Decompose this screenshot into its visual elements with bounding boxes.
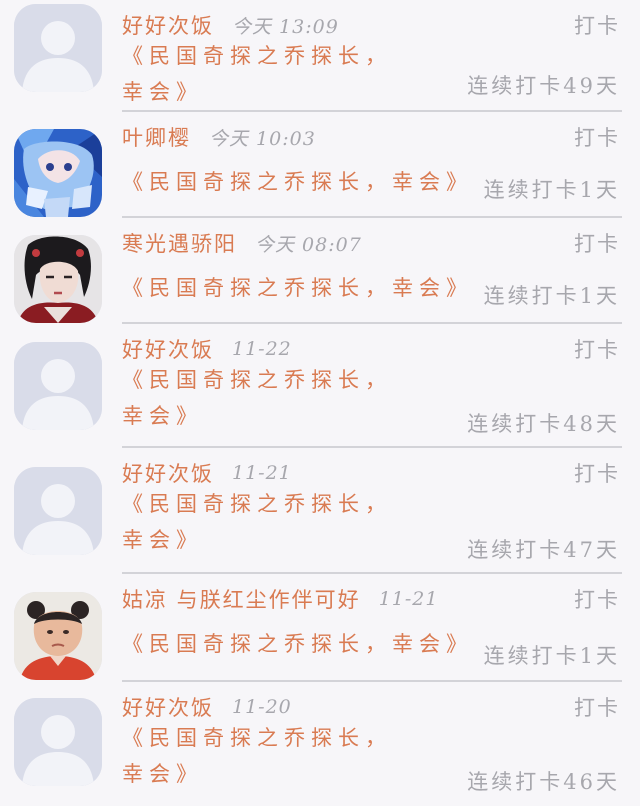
username[interactable]: 寒光遇骄阳 bbox=[122, 228, 237, 258]
check-in-label: 打卡 bbox=[574, 588, 620, 612]
default-avatar-icon[interactable] bbox=[14, 467, 102, 555]
streak-count: 连续打卡49天 bbox=[467, 74, 620, 98]
streak-count: 连续打卡1天 bbox=[483, 644, 620, 668]
message-text: 《民国奇探之乔探长，幸会》 bbox=[122, 44, 392, 104]
check-in-label: 打卡 bbox=[574, 232, 620, 256]
streak-count: 连续打卡1天 bbox=[483, 178, 620, 202]
username[interactable]: 叶卿樱 bbox=[122, 122, 191, 152]
message-text: 《民国奇探之乔探长，幸会》 bbox=[122, 632, 473, 656]
child-photo-avatar[interactable] bbox=[14, 592, 102, 680]
message-text: 《民国奇探之乔探长，幸会》 bbox=[122, 276, 473, 300]
streak-count: 连续打卡1天 bbox=[483, 284, 620, 308]
timestamp: 今天 13:09 bbox=[232, 15, 339, 38]
costume-actor-avatar[interactable] bbox=[14, 235, 102, 323]
message-text: 《民国奇探之乔探长，幸会》 bbox=[122, 492, 392, 552]
username[interactable]: 好好次饭 bbox=[122, 692, 214, 722]
check-in-feed: 好好次饭 今天 13:09 打卡 《民国奇探之乔探长，幸会》 连续打卡49天 叶… bbox=[0, 0, 640, 800]
streak-count: 连续打卡48天 bbox=[467, 412, 620, 436]
default-avatar-icon[interactable] bbox=[14, 698, 102, 786]
feed-item[interactable]: 好好次饭 11-21 打卡 《民国奇探之乔探长，幸会》 连续打卡47天 bbox=[0, 448, 640, 574]
anime-girl-avatar[interactable] bbox=[14, 129, 102, 217]
feed-item[interactable]: 寒光遇骄阳 今天 08:07 打卡 《民国奇探之乔探长，幸会》 连续打卡1天 bbox=[0, 218, 640, 324]
timestamp: 今天 08:07 bbox=[255, 233, 362, 256]
timestamp: 11-21 bbox=[232, 462, 292, 484]
username[interactable]: 好好次饭 bbox=[122, 458, 214, 488]
default-avatar-icon[interactable] bbox=[14, 342, 102, 430]
default-avatar-icon[interactable] bbox=[14, 4, 102, 92]
message-text: 《民国奇探之乔探长，幸会》 bbox=[122, 368, 392, 428]
check-in-label: 打卡 bbox=[574, 338, 620, 362]
timestamp: 今天 10:03 bbox=[209, 127, 316, 150]
timestamp: 11-20 bbox=[232, 696, 292, 718]
streak-count: 连续打卡47天 bbox=[467, 538, 620, 562]
feed-item[interactable]: 好好次饭 11-22 打卡 《民国奇探之乔探长，幸会》 连续打卡48天 bbox=[0, 324, 640, 448]
username[interactable]: 好好次饭 bbox=[122, 10, 214, 40]
message-text: 《民国奇探之乔探长，幸会》 bbox=[122, 726, 392, 786]
check-in-label: 打卡 bbox=[574, 696, 620, 720]
feed-item[interactable]: 叶卿樱 今天 10:03 打卡 《民国奇探之乔探长，幸会》 连续打卡1天 bbox=[0, 112, 640, 218]
streak-count: 连续打卡46天 bbox=[467, 770, 620, 794]
feed-item[interactable]: 好好次饭 11-20 打卡 《民国奇探之乔探长，幸会》 连续打卡46天 bbox=[0, 682, 640, 806]
feed-item[interactable]: 姑凉 与朕红尘作伴可好 11-21 打卡 《民国奇探之乔探长，幸会》 连续打卡1… bbox=[0, 574, 640, 682]
check-in-label: 打卡 bbox=[574, 14, 620, 38]
timestamp: 11-22 bbox=[232, 338, 292, 360]
message-text: 《民国奇探之乔探长，幸会》 bbox=[122, 170, 473, 194]
username[interactable]: 好好次饭 bbox=[122, 334, 214, 364]
check-in-label: 打卡 bbox=[574, 126, 620, 150]
check-in-label: 打卡 bbox=[574, 462, 620, 486]
username[interactable]: 姑凉 与朕红尘作伴可好 bbox=[122, 584, 361, 614]
feed-item[interactable]: 好好次饭 今天 13:09 打卡 《民国奇探之乔探长，幸会》 连续打卡49天 bbox=[0, 0, 640, 112]
timestamp: 11-21 bbox=[378, 588, 439, 610]
